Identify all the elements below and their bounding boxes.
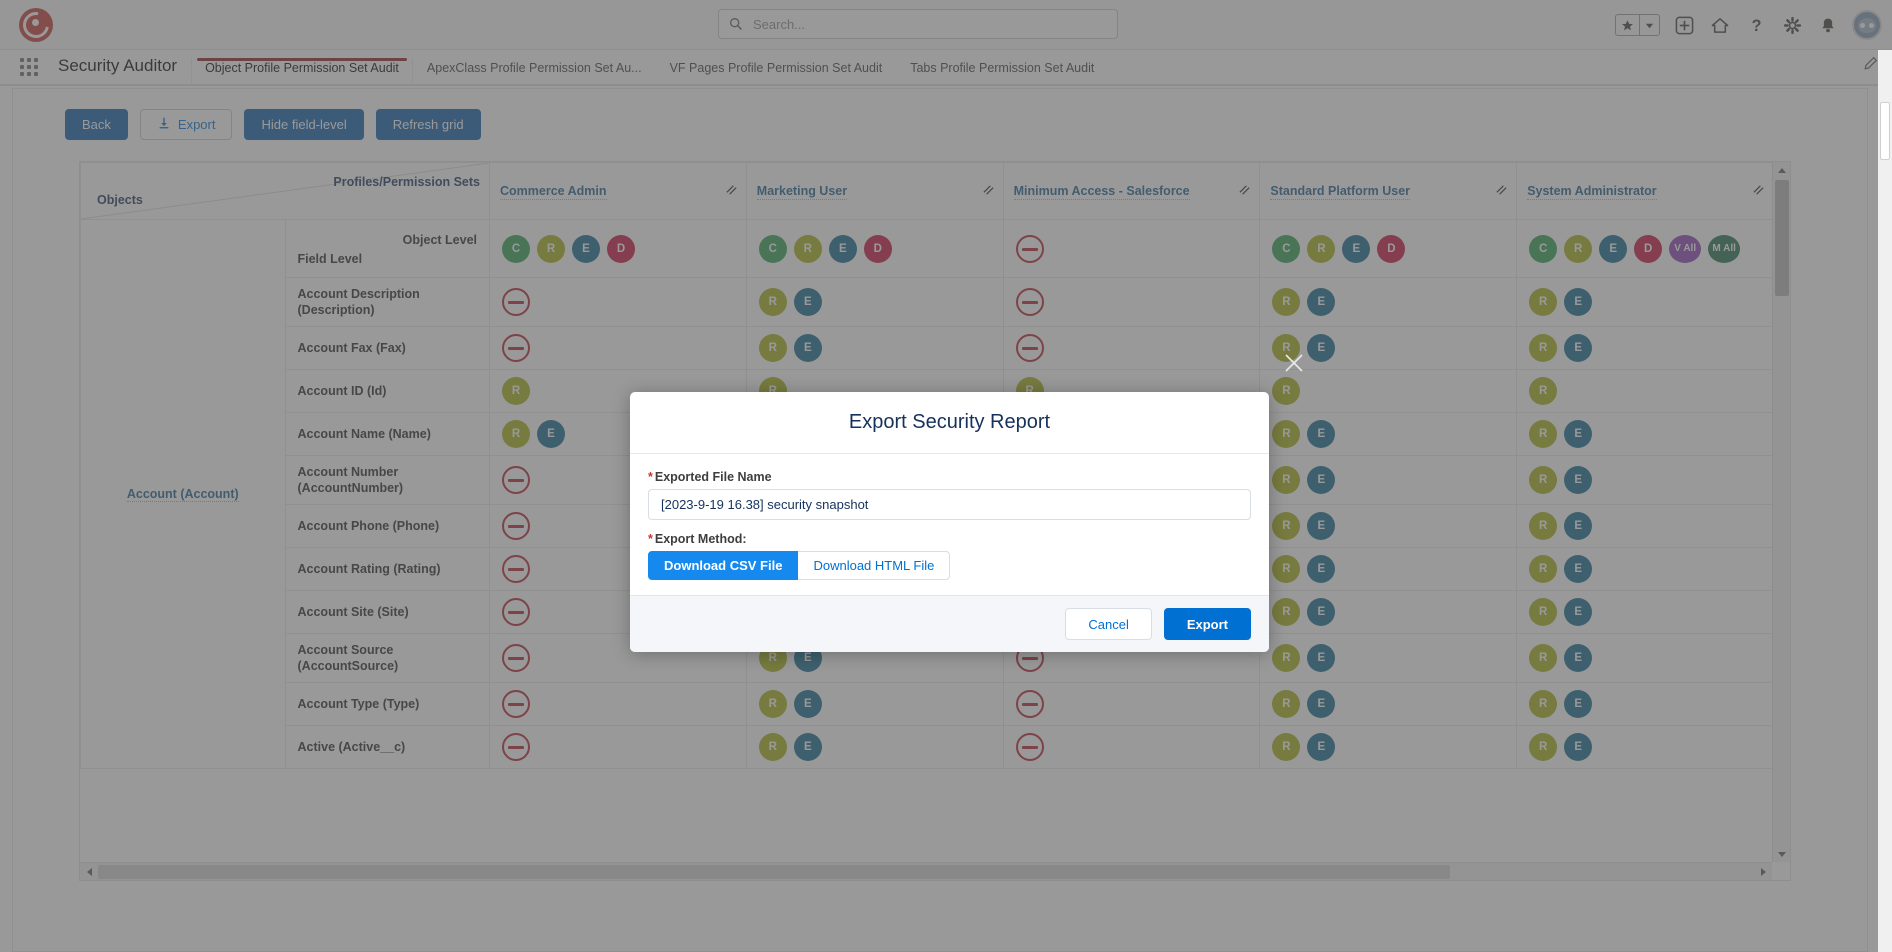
export-method-toggle-group: Download CSV File Download HTML File: [648, 551, 1251, 580]
export-method-label: * Export Method:: [648, 532, 1251, 546]
browser-scroll-thumb[interactable]: [1880, 102, 1890, 160]
exported-file-name-input[interactable]: [648, 489, 1251, 520]
cancel-button[interactable]: Cancel: [1065, 608, 1152, 640]
browser-vertical-scrollbar[interactable]: [1878, 50, 1892, 952]
app-root: ? Security Auditor Object Profile Permis…: [0, 0, 1892, 952]
export-security-report-modal: Export Security Report * Exported File Na…: [630, 354, 1303, 652]
required-marker: *: [648, 532, 653, 546]
required-marker: *: [648, 470, 653, 484]
export-method-label-text: Export Method:: [654, 532, 747, 546]
close-icon[interactable]: [1281, 350, 1307, 376]
modal-footer: Cancel Export: [630, 595, 1269, 652]
download-html-file-button[interactable]: Download HTML File: [798, 551, 951, 580]
modal-header: Export Security Report: [630, 392, 1269, 454]
modal-title: Export Security Report: [848, 411, 1051, 433]
export-confirm-button[interactable]: Export: [1163, 608, 1251, 640]
download-csv-file-button[interactable]: Download CSV File: [648, 551, 799, 580]
modal-body: *Exported File Name *Export Method: Down…: [630, 454, 1269, 595]
exported-file-name-label-text: Exported File Name: [654, 470, 772, 484]
exported-file-name-label: * Exported File Name: [648, 470, 1251, 484]
